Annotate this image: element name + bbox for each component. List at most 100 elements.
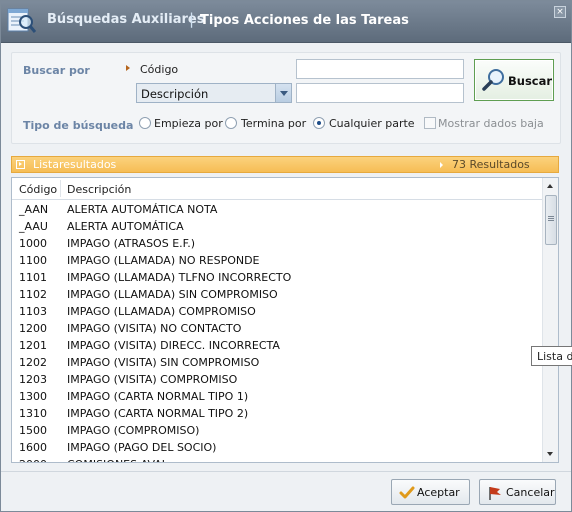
table-row[interactable]: 1000 IMPAGO (ATRASOS E.F.) <box>12 235 542 252</box>
title-bar: Búsquedas Auxiliares | Tipos Acciones de… <box>1 1 571 43</box>
mostrar-dados-baja-checkbox[interactable] <box>424 117 436 129</box>
cell-descripcion: IMPAGO (LLAMADA) COMPROMISO <box>67 305 256 318</box>
tipo-busqueda-label: Tipo de búsqueda <box>23 119 134 132</box>
cell-descripcion: IMPAGO (VISITA) NO CONTACTO <box>67 322 242 335</box>
cell-descripcion: ALERTA AUTOMÁTICA NOTA <box>67 203 218 216</box>
grip-icon <box>548 216 554 217</box>
mostrar-dados-baja-label[interactable]: Mostrar dados baja <box>438 117 544 130</box>
table-row[interactable]: 1100 IMPAGO (LLAMADA) NO RESPONDE <box>12 252 542 269</box>
cell-codigo: 1103 <box>19 305 47 318</box>
scroll-down-icon[interactable] <box>543 446 558 462</box>
results-header-bar[interactable]: Listaresultados 73 Resultados <box>11 156 559 173</box>
cell-codigo: 1600 <box>19 441 47 454</box>
grid-header: Código Descripción <box>12 178 542 200</box>
aceptar-button[interactable]: Aceptar <box>391 479 470 505</box>
table-row[interactable]: 1600 IMPAGO (PAGO DEL SOCIO) <box>12 439 542 456</box>
radio-termina-por[interactable] <box>225 117 237 129</box>
cell-codigo: 2000 <box>19 458 47 462</box>
table-row[interactable]: 1201 IMPAGO (VISITA) DIRECC. INCORRECTA <box>12 337 542 354</box>
table-row[interactable]: 1200 IMPAGO (VISITA) NO CONTACTO <box>12 320 542 337</box>
collapse-icon[interactable] <box>16 160 25 169</box>
cell-codigo: 1000 <box>19 237 47 250</box>
column-header-codigo[interactable]: Código <box>19 183 57 196</box>
close-button[interactable]: × <box>554 6 566 18</box>
cancelar-button-label: Cancelar <box>506 486 555 499</box>
results-title: Listaresultados <box>33 158 117 171</box>
search-field-select[interactable]: Descripción <box>136 83 292 103</box>
buscar-button-label: Buscar <box>508 74 553 88</box>
flag-icon <box>489 487 501 500</box>
codigo-label: Código <box>140 63 179 76</box>
radio-termina-por-label[interactable]: Termina por <box>241 117 306 130</box>
table-row[interactable]: 1310 IMPAGO (CARTA NORMAL TIPO 2) <box>12 405 542 422</box>
arrow-right-icon <box>126 65 130 71</box>
table-row[interactable]: 1103 IMPAGO (LLAMADA) COMPROMISO <box>12 303 542 320</box>
cell-descripcion: IMPAGO (LLAMADA) TLFNO INCORRECTO <box>67 271 292 284</box>
cell-descripcion: COMISIONES AVAL <box>67 458 168 462</box>
cell-descripcion: IMPAGO (VISITA) DIRECC. INCORRECTA <box>67 339 280 352</box>
cell-descripcion: IMPAGO (LLAMADA) NO RESPONDE <box>67 254 260 267</box>
cell-descripcion: IMPAGO (LLAMADA) SIN COMPROMISO <box>67 288 278 301</box>
tooltip-text: Lista d <box>537 350 572 363</box>
dialog-window: Búsquedas Auxiliares | Tipos Acciones de… <box>0 0 572 512</box>
buscar-button[interactable]: Buscar <box>474 59 554 101</box>
cell-codigo: 1300 <box>19 390 47 403</box>
table-row[interactable]: _AAU ALERTA AUTOMÁTICA <box>12 218 542 235</box>
search-panel: Buscar por Código Descripción Buscar Tip… <box>11 52 561 144</box>
radio-cualquier-parte[interactable] <box>313 117 325 129</box>
title-separator: | <box>189 10 195 28</box>
table-row[interactable]: 2000 COMISIONES AVAL <box>12 456 542 462</box>
radio-cualquier-parte-label[interactable]: Cualquier parte <box>329 117 415 130</box>
radio-empieza-por-label[interactable]: Empieza por <box>154 117 223 130</box>
results-grid[interactable]: Código Descripción _AAN ALERTA AUTOMÁTICA… <box>11 177 559 463</box>
table-row[interactable]: 1102 IMPAGO (LLAMADA) SIN COMPROMISO <box>12 286 542 303</box>
cancelar-button[interactable]: Cancelar <box>479 479 556 505</box>
footer-divider <box>1 471 571 472</box>
cell-codigo: 1500 <box>19 424 47 437</box>
scrollbar-thumb[interactable] <box>545 195 557 245</box>
table-row[interactable]: 1500 IMPAGO (COMPROMISO) <box>12 422 542 439</box>
arrow-right-icon <box>440 162 443 168</box>
cell-descripcion: IMPAGO (CARTA NORMAL TIPO 1) <box>67 390 249 403</box>
cell-codigo: 1102 <box>19 288 47 301</box>
table-row[interactable]: 1300 IMPAGO (CARTA NORMAL TIPO 1) <box>12 388 542 405</box>
column-divider[interactable] <box>60 180 61 197</box>
cell-descripcion: IMPAGO (CARTA NORMAL TIPO 2) <box>67 407 249 420</box>
cell-descripcion: ALERTA AUTOMÁTICA <box>67 220 184 233</box>
results-count: 73 Resultados <box>452 158 530 171</box>
cell-codigo: 1100 <box>19 254 47 267</box>
checkmark-icon <box>399 486 415 499</box>
column-header-descripcion[interactable]: Descripción <box>67 183 131 196</box>
window-title-secondary: Tipos Acciones de las Tareas <box>200 13 409 28</box>
scroll-up-icon[interactable] <box>543 178 558 194</box>
cell-codigo: 1203 <box>19 373 47 386</box>
radio-empieza-por[interactable] <box>139 117 151 129</box>
chevron-down-icon[interactable] <box>275 84 291 102</box>
cell-descripcion: IMPAGO (VISITA) SIN COMPROMISO <box>67 356 260 369</box>
search-list-icon <box>7 8 37 33</box>
cell-descripcion: IMPAGO (ATRASOS E.F.) <box>67 237 195 250</box>
table-row[interactable]: _AAN ALERTA AUTOMÁTICA NOTA <box>12 201 542 218</box>
cell-codigo: 1310 <box>19 407 47 420</box>
vertical-scrollbar[interactable] <box>542 178 558 462</box>
table-row[interactable]: 1101 IMPAGO (LLAMADA) TLFNO INCORRECTO <box>12 269 542 286</box>
aceptar-button-label: Aceptar <box>417 486 460 499</box>
grid-rows: _AAN ALERTA AUTOMÁTICA NOTA _AAU ALERTA AUT… <box>12 201 542 462</box>
table-row[interactable]: 1203 IMPAGO (VISITA) COMPROMISO <box>12 371 542 388</box>
cell-descripcion: IMPAGO (COMPROMISO) <box>67 424 200 437</box>
cell-codigo: 1200 <box>19 322 47 335</box>
descripcion-input[interactable] <box>296 83 464 103</box>
window-title-primary: Búsquedas Auxiliares <box>47 12 205 27</box>
codigo-input[interactable] <box>296 59 464 79</box>
table-row[interactable]: 1202 IMPAGO (VISITA) SIN COMPROMISO <box>12 354 542 371</box>
cell-codigo: 1202 <box>19 356 47 369</box>
tooltip: Lista d <box>531 346 572 366</box>
cell-codigo: 1101 <box>19 271 47 284</box>
cell-codigo: 1201 <box>19 339 47 352</box>
cell-descripcion: IMPAGO (PAGO DEL SOCIO) <box>67 441 217 454</box>
cell-codigo: _AAU <box>19 220 48 233</box>
cell-codigo: _AAN <box>19 203 49 216</box>
cell-descripcion: IMPAGO (VISITA) COMPROMISO <box>67 373 238 386</box>
magnifier-icon <box>482 69 504 91</box>
buscar-por-label: Buscar por <box>23 64 90 77</box>
